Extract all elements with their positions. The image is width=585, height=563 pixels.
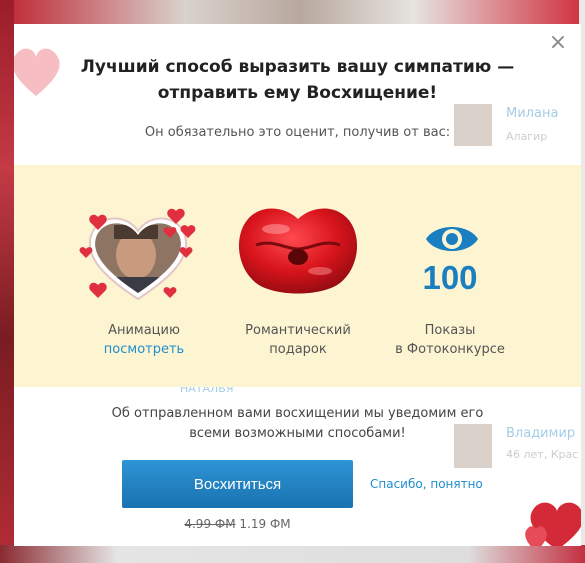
view-animation-link[interactable]: посмотреть [64, 340, 224, 359]
perk-views: 100 Показы в Фотоконкурсе [370, 165, 530, 387]
admire-button[interactable]: Восхититься [122, 460, 353, 508]
perk-gift: Романтический подарок [218, 165, 378, 387]
ghost-card-name: Милана [506, 106, 559, 121]
modal-title: Лучший способ выразить вашу симпатию — о… [14, 54, 581, 106]
heart-photo-icon [79, 208, 196, 301]
admiration-modal: Милана Алагир НАТАЛЬЯ Владимир 46 лет, К… [14, 24, 581, 546]
title-line: Лучший способ выразить вашу симпатию — [80, 57, 515, 77]
old-price: 4.99 ФМ [184, 517, 236, 531]
perk-label-text: подарок [269, 342, 327, 357]
notification-notice: Об отправленном вами восхищении мы уведо… [14, 404, 581, 444]
deco-hearts-icon [525, 502, 581, 546]
background-bottom-strip [0, 545, 585, 563]
modal-subtitle: Он обязательно это оценит, получив от ва… [144, 125, 451, 140]
price: 4.99 ФМ 1.19 ФМ [122, 517, 353, 531]
views-count: 100 [422, 259, 478, 296]
background-top-strip [14, 0, 585, 24]
perk-label-text: Показы [424, 323, 476, 338]
eye-icon [426, 227, 478, 251]
dismiss-link[interactable]: Спасибо, понятно [370, 477, 483, 491]
notice-line: всеми возможными способами! [189, 426, 406, 441]
perk-label-text: Романтический [245, 323, 351, 338]
ghost-card-sub: 46 лет, Крас [506, 448, 579, 461]
perk-views-label: Показы в Фотоконкурсе [370, 321, 530, 359]
background-left-strip [0, 0, 14, 563]
perk-gift-label: Романтический подарок [218, 321, 378, 359]
notice-line: Об отправленном вами восхищении мы уведо… [111, 406, 484, 421]
perk-label-text: Анимацию [108, 323, 180, 338]
perk-animation-label: Анимацию посмотреть [64, 321, 224, 359]
close-icon[interactable]: × [547, 32, 569, 54]
title-line: отправить ему Восхищение! [157, 83, 438, 103]
new-price: 1.19 ФМ [239, 517, 291, 531]
perk-animation: Анимацию посмотреть [64, 165, 224, 387]
perks-panel: Анимацию посмотреть Романтический подаро… [14, 165, 581, 387]
perk-label-text: в Фотоконкурсе [395, 342, 505, 357]
kiss-lips-icon [238, 208, 358, 294]
